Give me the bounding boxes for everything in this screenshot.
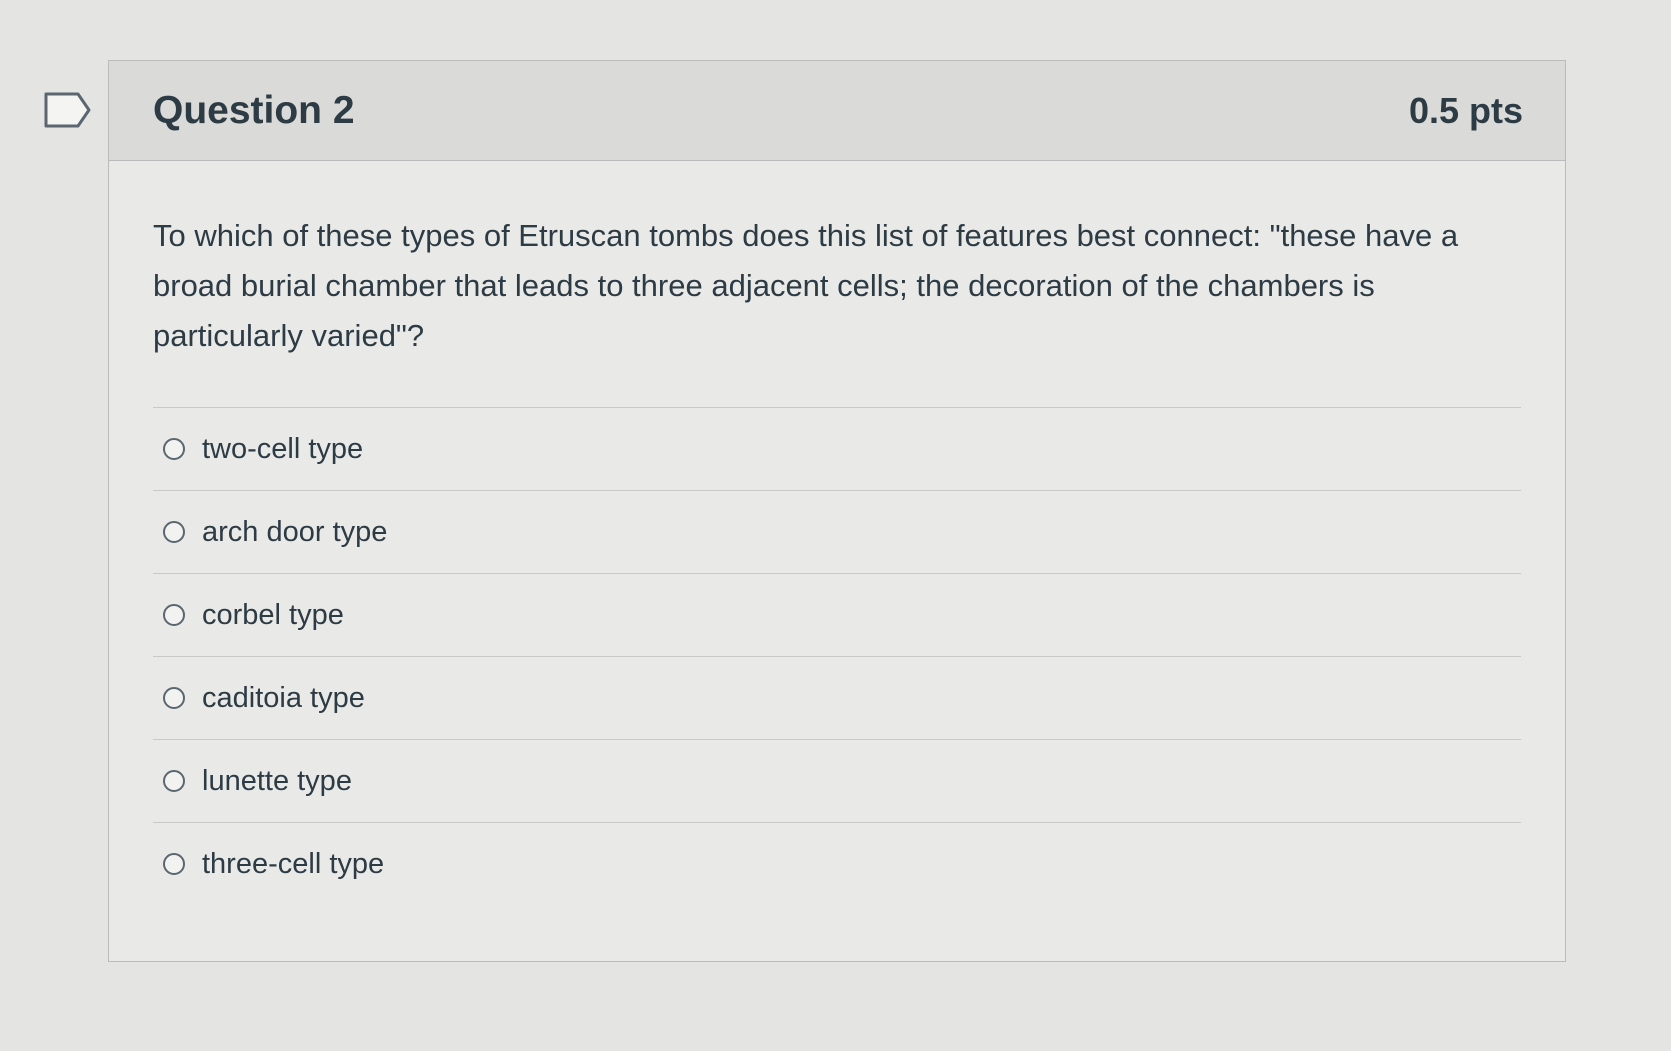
- answer-label: three-cell type: [202, 847, 385, 880]
- question-card: Question 2 0.5 pts To which of these typ…: [108, 60, 1566, 962]
- question-header: Question 2 0.5 pts: [109, 61, 1565, 161]
- answer-option[interactable]: three-cell type: [153, 823, 1521, 905]
- answer-option[interactable]: lunette type: [153, 740, 1521, 823]
- radio-button[interactable]: [163, 604, 185, 626]
- radio-button[interactable]: [163, 770, 185, 792]
- radio-button[interactable]: [163, 438, 185, 460]
- question-body: To which of these types of Etruscan tomb…: [109, 161, 1565, 905]
- question-title: Question 2: [153, 88, 355, 132]
- answer-option[interactable]: corbel type: [153, 574, 1521, 657]
- answer-label: caditoia type: [202, 681, 365, 714]
- flag-question-icon[interactable]: [44, 92, 92, 128]
- answer-option[interactable]: two-cell type: [153, 408, 1521, 491]
- answer-option[interactable]: arch door type: [153, 491, 1521, 574]
- radio-button[interactable]: [163, 687, 185, 709]
- answer-label: arch door type: [202, 515, 388, 548]
- radio-button[interactable]: [163, 853, 185, 875]
- answer-option[interactable]: caditoia type: [153, 657, 1521, 740]
- radio-button[interactable]: [163, 521, 185, 543]
- answer-label: lunette type: [202, 764, 352, 797]
- answer-label: two-cell type: [202, 432, 364, 465]
- answer-list: two-cell type arch door type corbel type…: [153, 407, 1521, 905]
- question-text: To which of these types of Etruscan tomb…: [153, 218, 1459, 353]
- answer-label: corbel type: [202, 598, 344, 631]
- question-points: 0.5 pts: [1408, 89, 1523, 131]
